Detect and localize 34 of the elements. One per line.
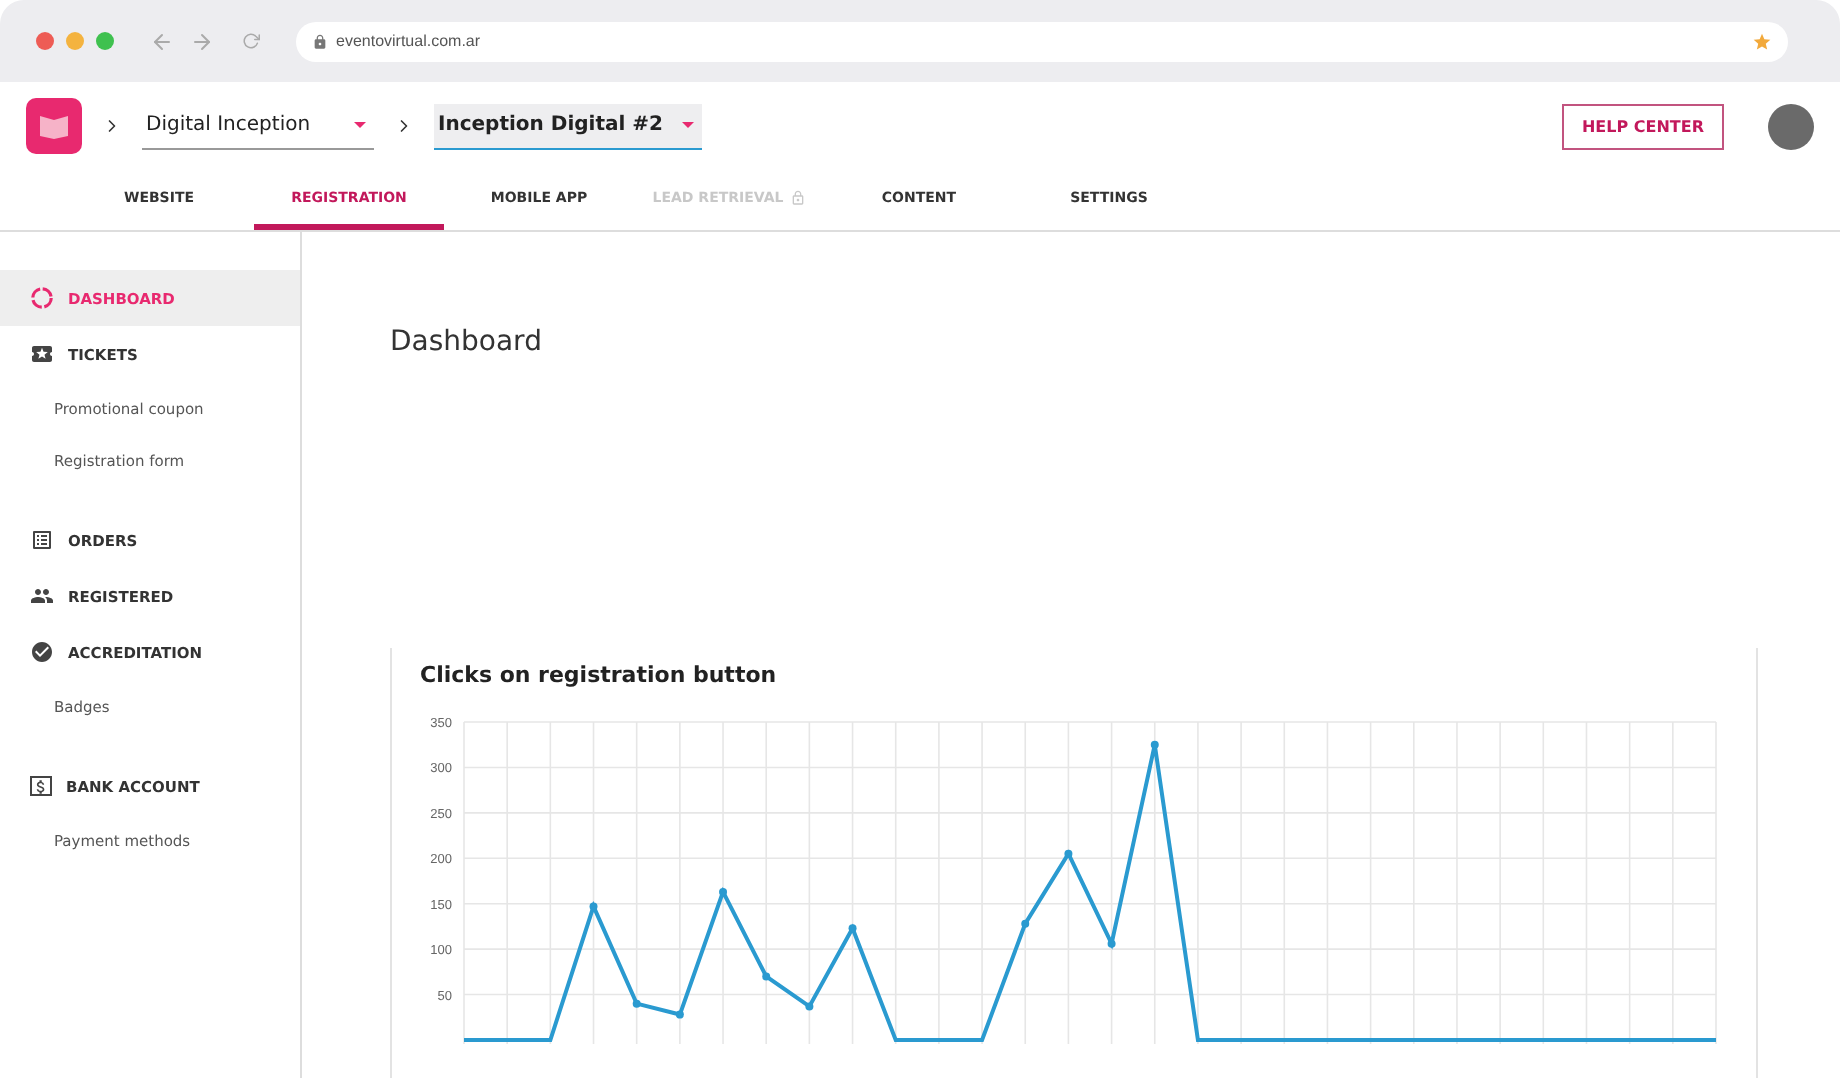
- minimize-dot[interactable]: [66, 32, 84, 50]
- data-point: [719, 887, 728, 896]
- ticket-icon: [30, 342, 54, 366]
- page-title: Dashboard: [390, 326, 544, 362]
- data-point: [632, 999, 641, 1008]
- event-dropdown[interactable]: Inception Digital #2: [434, 103, 703, 149]
- data-point: [675, 1010, 684, 1019]
- dollar-icon: [30, 776, 52, 796]
- back-icon[interactable]: [150, 29, 174, 53]
- app-logo[interactable]: [26, 98, 82, 154]
- chart-title: Clicks on registration button: [420, 662, 779, 688]
- address-bar[interactable]: eventovirtual.com.ar: [296, 21, 1788, 61]
- lock-icon: [312, 33, 328, 49]
- data-point: [762, 972, 771, 981]
- people-icon: [30, 584, 54, 608]
- star-icon[interactable]: [1752, 31, 1772, 51]
- data-point: [1107, 939, 1116, 948]
- data-point: [1150, 740, 1159, 749]
- ring-icon: [30, 286, 54, 310]
- data-point: [848, 924, 857, 933]
- reload-icon[interactable]: [242, 32, 260, 50]
- list-icon: [30, 528, 54, 552]
- avatar[interactable]: [1768, 103, 1814, 149]
- close-dot[interactable]: [36, 32, 54, 50]
- event-dropdown[interactable]: Digital Inception: [142, 103, 374, 149]
- lock-icon: [789, 189, 806, 205]
- forward-icon[interactable]: [190, 29, 214, 53]
- data-point: [1021, 919, 1030, 928]
- data-point: [1064, 849, 1073, 858]
- data-point: [589, 902, 598, 911]
- help-center-button[interactable]: HELP CENTER: [1561, 103, 1724, 149]
- maximize-dot[interactable]: [96, 32, 114, 50]
- data-point: [805, 1002, 814, 1011]
- url-text: eventovirtual.com.ar: [336, 32, 483, 50]
